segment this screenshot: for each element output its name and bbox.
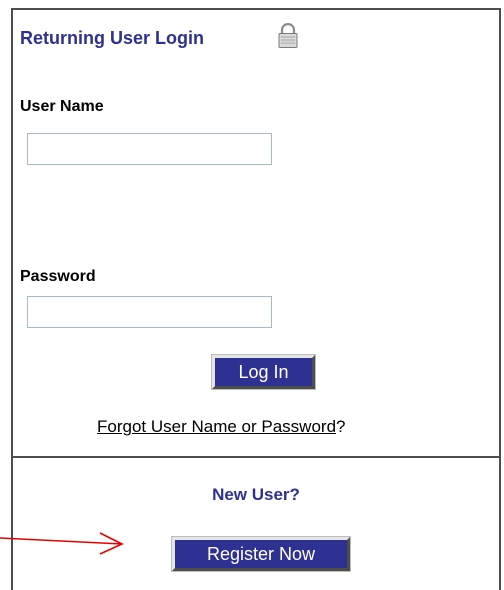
forgot-credentials: Forgot User Name or Password? [97, 417, 346, 437]
forgot-suffix: ? [336, 417, 346, 436]
new-user-title: New User? [212, 485, 300, 504]
annotation-arrow [0, 532, 124, 555]
username-input[interactable] [27, 133, 272, 165]
password-label: Password [20, 268, 96, 285]
login-title: Returning User Login [20, 28, 204, 48]
password-input[interactable] [27, 296, 272, 328]
register-button[interactable]: Register Now [172, 537, 350, 571]
login-button[interactable]: Log In [212, 355, 315, 389]
forgot-credentials-link[interactable]: Forgot User Name or Password [97, 417, 336, 436]
username-label: User Name [20, 98, 104, 115]
lock-icon [278, 23, 298, 48]
